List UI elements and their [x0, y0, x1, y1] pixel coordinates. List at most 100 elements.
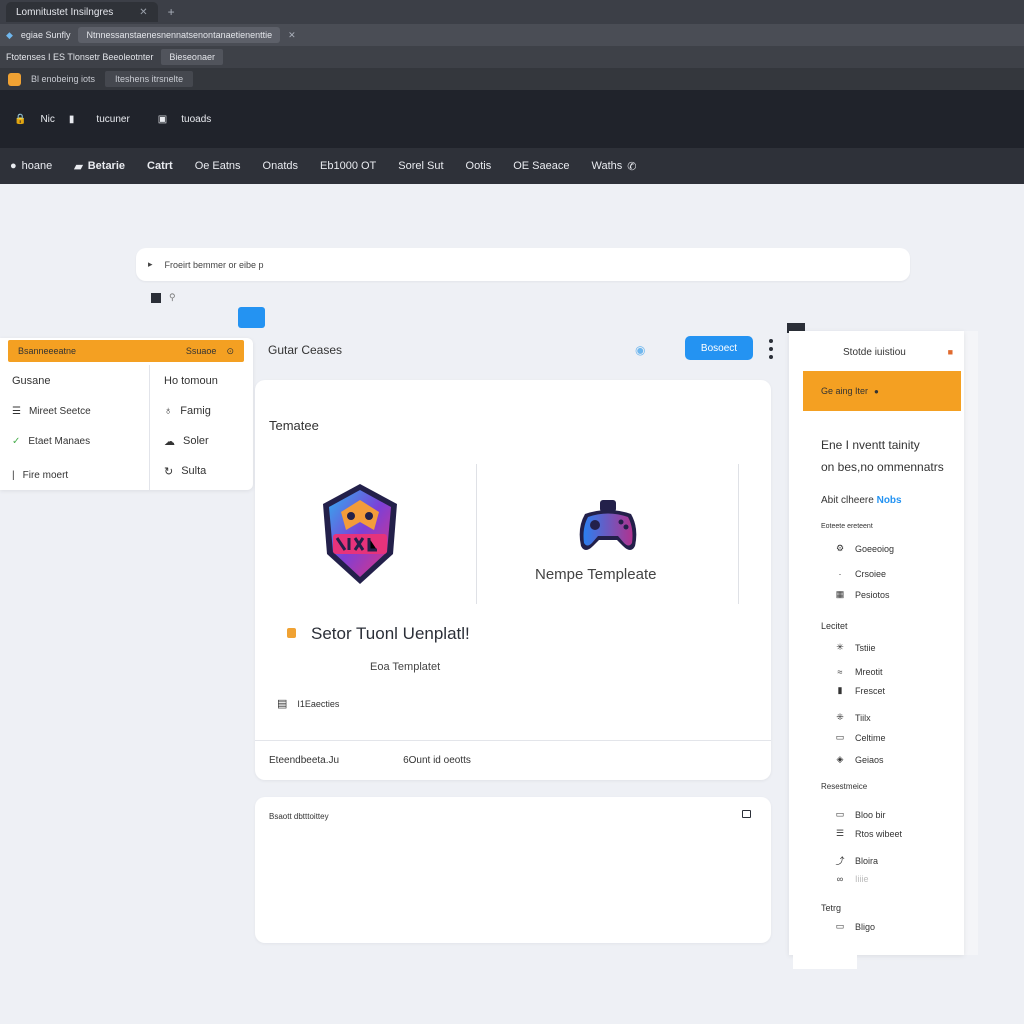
nav-item-home[interactable]: ● hoane [10, 160, 52, 172]
nav-label: Oe Eatns [194, 160, 241, 172]
hero-title: Setor Tuonl Uenplatl! [311, 624, 470, 643]
divider [738, 464, 739, 604]
extension-icon[interactable] [8, 72, 21, 86]
hero-subtitle: Eoa Templatet [370, 661, 441, 673]
nav-item-8[interactable]: Ootis [466, 160, 492, 172]
menu-item[interactable]: Gusane [12, 366, 142, 396]
cloud-icon: ☁ [164, 435, 175, 448]
panel-item[interactable]: ⚙ Goeeoiog [835, 543, 894, 554]
panel-footer [793, 955, 857, 969]
bar-icon: | [12, 469, 15, 481]
menu-item[interactable]: ☁ Soler [164, 426, 249, 456]
panel-item[interactable]: ⁜ Tiilx [835, 712, 870, 723]
nav-item-6[interactable]: Eb1000 OT [320, 160, 376, 172]
footer-left[interactable]: Eteendbeeta.Ju [269, 755, 339, 766]
bookmark-item[interactable]: Ftotenses I ES Tlonsetr Beeoleotnter [6, 52, 153, 62]
group-heading: Lecitet [821, 621, 848, 631]
menu-item[interactable]: ↻ Sulta [164, 456, 249, 486]
browser-tab-bar: Lomnitustet Insilngres ✕ + [0, 0, 1024, 24]
bookmarks-bar: Ftotenses I ES Tlonsetr Beeoleotnter Bie… [0, 46, 1024, 68]
nav-item-cart[interactable]: Catrt [147, 160, 173, 172]
panel-link[interactable]: Abit clheere Nobs [821, 495, 902, 506]
panel-item[interactable]: ▭ Celtime [835, 732, 886, 743]
square-icon[interactable] [151, 292, 161, 303]
nav-item-9[interactable]: OE Saeace [513, 160, 569, 172]
document-icon: ▤ [277, 698, 288, 710]
user-sub-label[interactable]: tuoads [181, 114, 211, 125]
dot-icon: · [838, 569, 842, 579]
panel-item[interactable]: ▦ Pesiotos [835, 589, 890, 600]
nav-item-4[interactable]: Oe Eatns [195, 160, 241, 172]
more-menu-icon[interactable] [766, 339, 776, 359]
new-tab-icon[interactable]: + [168, 5, 175, 19]
list-icon: ☰ [835, 828, 845, 838]
group-heading: Tetrg [821, 903, 842, 913]
search-bar[interactable]: ▸ Froeirt bemmer or eibe p [136, 248, 910, 281]
divider [476, 464, 477, 604]
panel-item[interactable]: ✳ Tstiie [835, 642, 875, 653]
panel-description: Ene I nventt tainity on bes,no ommennatr… [821, 438, 944, 474]
close-icon[interactable]: ■ [948, 347, 953, 358]
panel-item[interactable]: ▭ Bloo bir [835, 809, 886, 820]
frame-icon: ▭ [835, 921, 845, 931]
panel-title: Stotde iuistiou [843, 347, 906, 358]
address-field[interactable]: Ntnnessanstaenesnennatsenontanaetienentt… [78, 27, 281, 43]
section-title: Gutar Ceases [268, 343, 343, 357]
refresh-icon: ↻ [164, 465, 174, 478]
panel-item[interactable]: ≈ Mreotit [835, 667, 883, 677]
site-label[interactable]: egiae Sunfly [21, 30, 71, 40]
tag-icon [287, 628, 296, 638]
gamepad-logo-icon[interactable] [577, 498, 639, 554]
chevron-right-icon: ▸ [148, 259, 153, 269]
primary-button[interactable]: Bosoect [685, 336, 753, 360]
close-icon[interactable]: ✕ [288, 30, 296, 41]
panel-item[interactable]: ▮ Frescet [835, 685, 886, 696]
card-title: Tematee [269, 418, 319, 433]
panel-item[interactable]: ⤴ Bloira [835, 854, 878, 867]
footer-right[interactable]: 6Ount id oeotts [403, 755, 471, 766]
dropdown-header-label: Bsanneeeatne [18, 346, 77, 356]
extension-pill[interactable]: Iteshens itrsnelte [105, 71, 194, 87]
pin-icon[interactable]: ⚲ [169, 292, 176, 303]
extension-label[interactable]: Bl enobeing iots [31, 74, 95, 84]
bookmark-pill[interactable]: Bieseonaer [161, 49, 223, 65]
shield-logo-icon[interactable] [319, 482, 401, 586]
meta-label[interactable]: I1Eaecties [297, 699, 339, 709]
menu-item[interactable]: ☰ Mireet Seetce [12, 396, 142, 426]
nav-label: hoane [21, 160, 53, 172]
browser-address-row: ◆ egiae Sunfly Ntnnessanstaenesnennatsen… [0, 24, 1024, 46]
lines-icon: ⁜ [836, 712, 844, 722]
header-left-label[interactable]: Nic [40, 114, 54, 125]
location-icon: ● [10, 160, 17, 172]
panel-item[interactable]: ▭ Bligo [835, 921, 875, 932]
menu-item[interactable]: ✓ Etaet Manaes [12, 426, 142, 456]
logo-label: Nempe Templeate [535, 566, 657, 583]
nav-label: OE Saeace [513, 160, 570, 172]
nav-item-7[interactable]: Sorel Sut [398, 160, 443, 172]
gamepad-icon: ▰ [74, 160, 83, 173]
user-label[interactable]: tucuner [96, 114, 129, 125]
toggle-chip[interactable] [238, 307, 265, 328]
close-icon[interactable]: ✕ [139, 7, 147, 18]
panel-item[interactable]: ☰ Rtos wibeet [835, 828, 902, 839]
eye-icon[interactable]: ◉ [635, 343, 645, 357]
panel-item[interactable]: · Crsoiee [835, 569, 887, 579]
panel-item[interactable]: ∞ Iiiie [835, 874, 869, 884]
window-icon[interactable] [742, 810, 751, 818]
secondary-card: Bsaott dbtttoittey [255, 797, 771, 943]
nav-label: Onatds [262, 160, 299, 172]
nav-item-5[interactable]: Onatds [263, 160, 298, 172]
nav-item-10[interactable]: Waths ✆ [591, 160, 636, 173]
nav-label: Ootis [465, 160, 492, 172]
bar-icon: ▮ [837, 685, 843, 695]
menu-item[interactable]: | Fire moert [12, 456, 142, 494]
bookmark-icon: ▮ [68, 113, 75, 125]
chat-icon[interactable]: ▣ [158, 114, 167, 125]
panel-header: Stotde iuistiou ■ [803, 347, 953, 358]
nav-item-games[interactable]: ▰ Betarie [74, 160, 125, 173]
menu-item[interactable]: ♁ Famig [164, 396, 249, 426]
panel-highlight[interactable]: Ge aing Iter ● [803, 371, 961, 411]
browser-tab-1[interactable]: Lomnitustet Insilngres ✕ [6, 2, 158, 22]
panel-item[interactable]: ◈ Geiaos [835, 754, 884, 765]
dropdown-header[interactable]: Bsanneeeatne Ssuaoe ⊙ [8, 340, 244, 362]
